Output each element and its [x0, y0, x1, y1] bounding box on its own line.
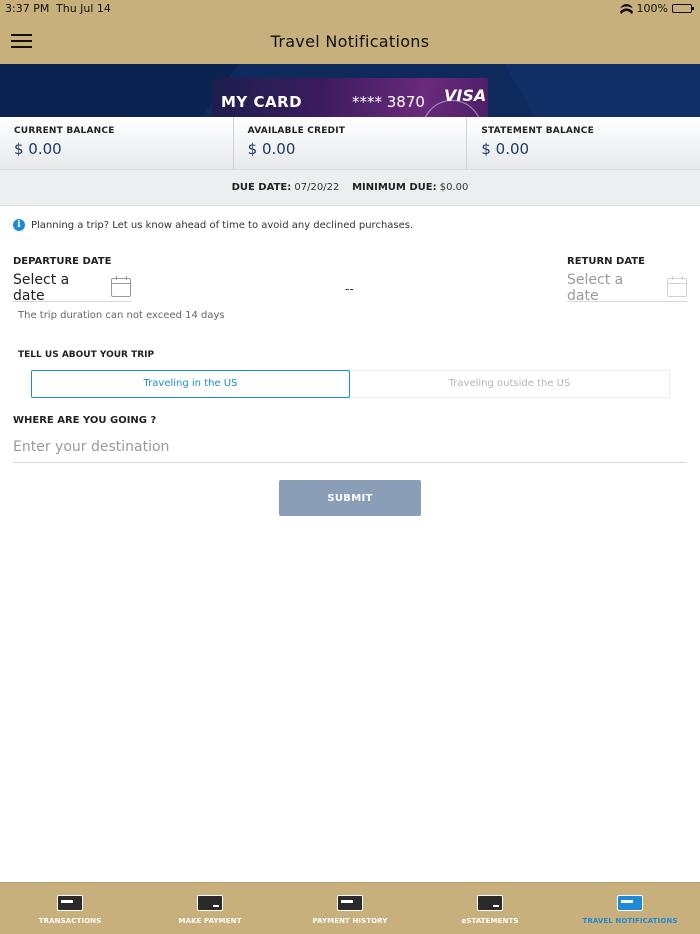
transactions-icon — [57, 895, 83, 911]
current-balance: CURRENT BALANCE $ 0.00 — [0, 117, 234, 169]
due-info-bar: DUE DATE: 07/20/22 MINIMUM DUE: $0.00 — [0, 169, 700, 206]
minimum-due-label: MINIMUM DUE: — [352, 182, 437, 193]
balance-label: AVAILABLE CREDIT — [247, 126, 346, 136]
destination-input[interactable] — [13, 432, 687, 463]
balance-value: $ 0.00 — [247, 140, 296, 158]
trip-type-toggle: Traveling in the US Traveling outside th… — [31, 370, 670, 398]
info-icon: i — [13, 219, 25, 231]
info-text: Planning a trip? Let us know ahead of ti… — [31, 219, 414, 231]
date-separator: -- — [345, 282, 354, 296]
balance-label: CURRENT BALANCE — [14, 126, 115, 136]
available-credit: AVAILABLE CREDIT $ 0.00 — [234, 117, 468, 169]
tab-payment-history[interactable]: PAYMENT HISTORY — [280, 883, 420, 934]
battery-icon — [672, 4, 694, 13]
balance-value: $ 0.00 — [481, 140, 530, 158]
due-date-value: 07/20/22 — [294, 182, 340, 193]
departure-date-picker[interactable]: Select a date — [13, 271, 131, 304]
departure-date-label: DEPARTURE DATE — [13, 256, 112, 267]
return-date-label: RETURN DATE — [567, 256, 645, 267]
submit-button[interactable]: SUBMIT — [279, 480, 421, 516]
credit-card-image: MY CARD **** 3870 VISA — [212, 78, 488, 117]
due-date-label: DUE DATE: — [231, 182, 292, 193]
tab-transactions[interactable]: TRANSACTIONS — [0, 883, 140, 934]
app-header: 3:37 PM Thu Jul 14 100% Travel Notificat… — [0, 0, 700, 64]
tab-label: TRANSACTIONS — [38, 917, 102, 925]
card-name: MY CARD — [221, 93, 303, 111]
minimum-due-value: $0.00 — [439, 182, 469, 193]
status-bar: 3:37 PM Thu Jul 14 100% — [0, 1, 700, 17]
return-date-value: Select a date — [567, 271, 624, 304]
status-time: 3:37 PM — [5, 2, 50, 15]
tab-label: PAYMENT HISTORY — [312, 917, 388, 925]
balance-label: STATEMENT BALANCE — [481, 126, 594, 136]
info-message: i Planning a trip? Let us know ahead of … — [13, 219, 413, 231]
tab-label: MAKE PAYMENT — [178, 917, 242, 925]
card-number: **** 3870 — [352, 93, 425, 111]
tab-label: eSTATEMENTS — [461, 917, 519, 925]
statement-balance: STATEMENT BALANCE $ 0.00 — [467, 117, 700, 169]
calendar-icon — [111, 276, 131, 297]
tab-travel-notifications[interactable]: TRAVEL NOTIFICATIONS — [560, 883, 700, 934]
trip-duration-hint: The trip duration can not exceed 14 days — [18, 310, 225, 321]
travel-icon — [617, 895, 643, 911]
balance-value: $ 0.00 — [14, 140, 62, 158]
status-right: 100% — [619, 2, 694, 15]
departure-date-value: Select a date — [13, 271, 70, 304]
bottom-tab-bar: TRANSACTIONS MAKE PAYMENT PAYMENT HISTOR… — [0, 882, 700, 934]
tab-label: TRAVEL NOTIFICATIONS — [582, 917, 678, 925]
page-title: Travel Notifications — [270, 32, 430, 51]
option-traveling-us[interactable]: Traveling in the US — [31, 370, 350, 398]
battery-percent: 100% — [636, 2, 668, 15]
wifi-icon — [619, 3, 633, 14]
return-date-picker[interactable]: Select a date — [567, 271, 687, 304]
destination-label: WHERE ARE YOU GOING ? — [13, 415, 157, 426]
payment-history-icon — [337, 895, 363, 911]
estatements-icon — [477, 895, 503, 911]
option-traveling-outside-us[interactable]: Traveling outside the US — [350, 370, 670, 398]
tab-make-payment[interactable]: MAKE PAYMENT — [140, 883, 280, 934]
calendar-icon — [667, 276, 687, 297]
card-banner: MY CARD **** 3870 VISA — [0, 64, 700, 117]
tab-estatements[interactable]: eSTATEMENTS — [420, 883, 560, 934]
trip-type-label: TELL US ABOUT YOUR TRIP — [18, 350, 155, 360]
balance-summary: CURRENT BALANCE $ 0.00 AVAILABLE CREDIT … — [0, 117, 700, 169]
payment-card-icon — [197, 895, 223, 911]
status-date: Thu Jul 14 — [56, 2, 111, 15]
